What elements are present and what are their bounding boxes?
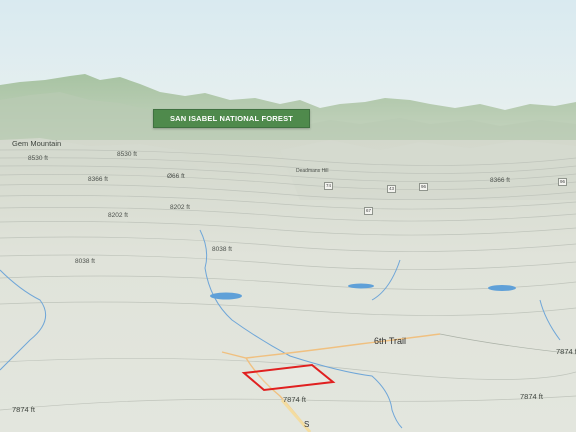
forest-label: SAN ISABEL NATIONAL FOREST (153, 109, 310, 128)
elevation-label-8530-mid: 8530 ft (117, 151, 137, 158)
elevation-label-8038-left: 8038 ft (75, 258, 95, 265)
elevation-label-7874-road: 7874 ft (283, 395, 306, 404)
road-label-s[interactable]: S (304, 420, 309, 429)
deadmans-hill-label: Deadmans Hill (296, 168, 329, 174)
elevation-label-8366-right: 8366 ft (490, 177, 510, 184)
elevation-label-7874-left: 7874 ft (12, 405, 35, 414)
elevation-label-8202-mid: 8202 ft (170, 204, 190, 211)
elevation-label-8366-mid: Ø66 ft (167, 173, 185, 180)
elevation-label-8038-mid: 8038 ft (212, 246, 232, 253)
route-shield: 74 (324, 182, 334, 190)
elevation-label-8366-left: 8366 ft (88, 176, 108, 183)
elevation-label-8530-left: 8530 ft (28, 155, 48, 162)
elevation-label-8202-left: 8202 ft (108, 212, 128, 219)
map-view[interactable]: SAN ISABEL NATIONAL FOREST Gem Mountain … (0, 0, 576, 432)
route-shield: 96 (419, 183, 429, 191)
lake-center (348, 283, 374, 289)
elevation-label-7874-right-low: 7874 ft (520, 392, 543, 401)
route-shield: 43 (387, 185, 397, 193)
gem-mountain-label: Gem Mountain (12, 139, 62, 148)
route-shield: 96 (558, 178, 568, 186)
lake-left (210, 292, 242, 300)
trail-label-6th[interactable]: 6th Trail (374, 336, 406, 346)
terrain-canvas[interactable] (0, 0, 576, 432)
route-shield: 67 (364, 207, 374, 215)
lake-right (488, 285, 516, 291)
elevation-label-7874-right-edge: 7874 ft (556, 347, 576, 356)
